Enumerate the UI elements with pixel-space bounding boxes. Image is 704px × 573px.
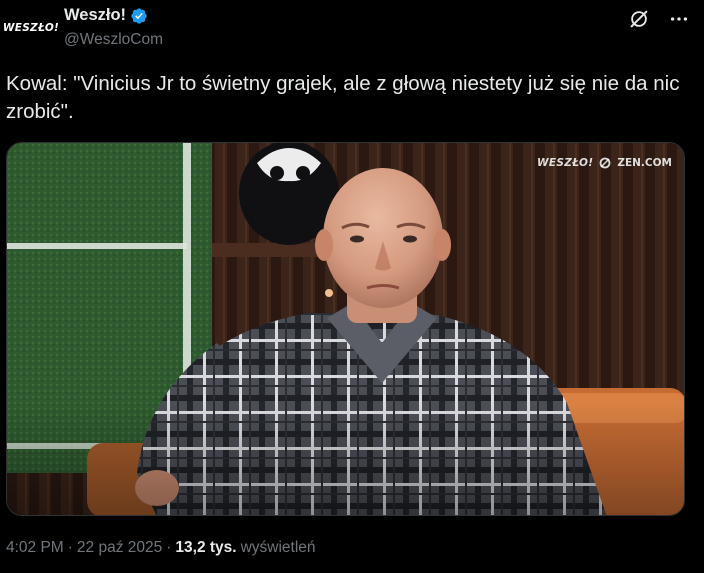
tweet-time[interactable]: 4:02 PM [6, 539, 64, 557]
author-name-row: Weszło! [64, 6, 148, 25]
meta-separator: · [67, 539, 73, 556]
verified-badge-icon [130, 7, 148, 25]
zen-logo-icon [599, 157, 611, 169]
avatar-logo-text: WESZŁO! [2, 22, 60, 34]
media-watermark: WESZŁO! ZEN.COM [537, 157, 672, 169]
tweet-date[interactable]: 22 paź 2025 [77, 539, 162, 557]
tweet-actions-top [628, 8, 690, 30]
media-illustration [7, 143, 684, 515]
avatar[interactable]: WESZŁO! [2, 8, 60, 48]
tweet-media-image[interactable]: WESZŁO! ZEN.COM [6, 142, 685, 516]
tweet-text: Kowal: "Vinicius Jr to świetny grajek, a… [6, 72, 680, 123]
meta-separator: · [166, 539, 172, 556]
grok-icon[interactable] [628, 8, 650, 30]
watermark-weszlo-logo: WESZŁO! [537, 157, 594, 169]
author-handle[interactable]: @WeszloCom [64, 31, 163, 49]
author-display-name[interactable]: Weszło! [64, 6, 126, 25]
views-count: 13,2 tys. [175, 539, 237, 556]
watermark-partner: ZEN.COM [617, 157, 672, 169]
more-icon[interactable] [668, 8, 690, 30]
tweet-meta: 4:02 PM · 22 paź 2025 · 13,2 tys. wyświe… [6, 539, 316, 557]
views-label: wyświetleń [240, 539, 316, 556]
